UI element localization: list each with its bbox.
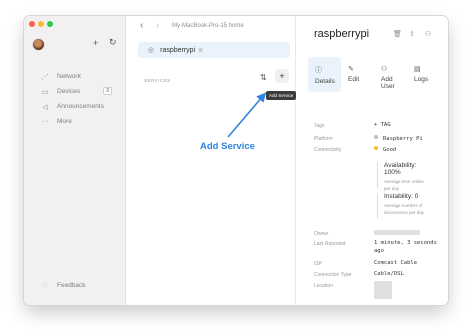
availability-value: Availability: 100% <box>384 162 417 176</box>
sidebar-item-more[interactable]: ··· More <box>24 114 125 129</box>
sidebar-item-label: Announcements <box>57 103 104 110</box>
sidebar-item-label: Devices <box>57 88 81 95</box>
instability-value: Instability: 0 <box>384 193 419 200</box>
device-title: raspberrypi <box>314 28 370 40</box>
feedback-label: Feedback <box>57 282 86 289</box>
minimize-window-button[interactable] <box>38 21 44 27</box>
owner-label: Owner <box>314 231 329 237</box>
sidebar-item-network[interactable]: ⋰ Network <box>24 69 125 84</box>
sync-icon[interactable]: ↻ <box>109 37 117 48</box>
users-icon: ⚇ <box>381 66 388 73</box>
device-detail-pane: raspberrypi 🗑 ⇪ ⚇ ⓘ Details ✎ Edit ⚇ Add… <box>296 16 448 305</box>
sidebar-nav: ⋰ Network ▭ Devices 3 ◁ Announcements ··… <box>24 69 125 129</box>
device-row-selected[interactable]: ◎ raspberrypi ≋ <box>138 42 290 58</box>
connectivity-text: Good <box>383 147 397 153</box>
app-window: + ↻ ⋰ Network ▭ Devices 3 ◁ Announcement… <box>24 16 448 305</box>
info-icon: ⓘ <box>315 67 322 74</box>
isp-value: Comcast Cable <box>374 260 418 266</box>
instability-note: Average number of disconnects per day <box>384 203 425 215</box>
add-tag-button[interactable]: + TAG <box>374 122 391 128</box>
middle-toolbar: ‹ › My-MacBook-Pro-15 home <box>126 16 295 36</box>
devices-count-badge: 3 <box>102 87 112 95</box>
feedback-link[interactable]: ◌ Feedback <box>40 282 86 289</box>
tab-label: Details <box>315 78 335 85</box>
tab-edit[interactable]: ✎ Edit <box>341 57 374 92</box>
tab-details[interactable]: ⓘ Details <box>308 57 341 92</box>
wifi-icon: ≋ <box>198 47 204 54</box>
sidebar-item-label: Network <box>57 73 81 80</box>
zoom-window-button[interactable] <box>47 21 53 27</box>
services-pane: ‹ › My-MacBook-Pro-15 home ◎ raspberrypi… <box>126 16 297 305</box>
tags-label: Tags <box>314 123 325 129</box>
isp-label: ISP <box>314 261 323 267</box>
detail-tabs: ⓘ Details ✎ Edit ⚇ Add User ▤ Logs <box>308 57 440 92</box>
close-window-button[interactable] <box>29 21 35 27</box>
last-reported-value: 1 minute, 3 seconds ago <box>374 240 437 254</box>
connectivity-label: Connectivity <box>314 147 342 153</box>
forward-chevron-icon[interactable]: › <box>156 20 159 31</box>
platform-value: Raspberry Pi <box>374 135 423 142</box>
add-service-button[interactable]: + <box>275 69 289 83</box>
status-dot-icon <box>374 146 378 150</box>
connectivity-value: Good <box>374 146 396 153</box>
pencil-icon: ✎ <box>348 66 354 73</box>
location-label: Location <box>314 283 333 289</box>
tab-label: Logs <box>414 76 429 83</box>
share-icon[interactable]: ⇪ <box>409 30 415 38</box>
sidebar: + ↻ ⋰ Network ▭ Devices 3 ◁ Announcement… <box>24 16 126 305</box>
more-icon: ··· <box>41 118 49 125</box>
platform-label: Platform <box>314 136 333 142</box>
window-controls <box>29 21 53 27</box>
sidebar-item-announcements[interactable]: ◁ Announcements <box>24 99 125 114</box>
raspberry-pi-icon <box>374 135 378 139</box>
sidebar-item-devices[interactable]: ▭ Devices 3 <box>24 84 125 99</box>
tab-add-user[interactable]: ⚇ Add User <box>374 57 407 92</box>
trash-icon[interactable]: 🗑 <box>393 30 402 38</box>
sidebar-item-label: More <box>57 118 72 125</box>
breadcrumb: My-MacBook-Pro-15 home <box>172 23 244 29</box>
back-chevron-icon[interactable]: ‹ <box>140 20 143 31</box>
connection-type-value: Cable/DSL <box>374 271 404 277</box>
add-icon[interactable]: + <box>93 38 98 48</box>
device-name: raspberrypi <box>160 46 196 54</box>
add-service-tooltip: Add Service <box>266 91 297 100</box>
location-pin-icon: ◎ <box>148 47 155 54</box>
availability-stat: Availability: 100% Average time online p… <box>377 162 430 191</box>
platform-text: Raspberry Pi <box>383 136 423 142</box>
tab-label: Edit <box>348 76 360 83</box>
sort-icon[interactable]: ⇅ <box>260 73 267 82</box>
availability-note: Average time online per day <box>384 179 424 191</box>
logs-icon: ▤ <box>414 66 421 73</box>
tab-label: Add User <box>381 76 395 90</box>
devices-icon: ▭ <box>41 88 49 96</box>
connection-type-label: Connection Type <box>314 272 352 278</box>
callout-arrow <box>227 92 267 138</box>
network-icon: ⋰ <box>41 73 49 81</box>
last-reported-label: Last Reported <box>314 241 346 247</box>
callout-label: Add Service <box>200 141 255 152</box>
services-section-label: SERVICES <box>144 78 171 83</box>
megaphone-icon: ◁ <box>42 103 48 111</box>
add-user-icon[interactable]: ⚇ <box>425 30 431 38</box>
redacted-owner <box>374 230 420 235</box>
redacted-location <box>374 281 392 299</box>
tab-logs[interactable]: ▤ Logs <box>407 57 440 92</box>
instability-stat: Instability: 0 Average number of disconn… <box>377 193 430 219</box>
avatar[interactable] <box>32 38 45 51</box>
feedback-icon: ◌ <box>42 282 48 289</box>
